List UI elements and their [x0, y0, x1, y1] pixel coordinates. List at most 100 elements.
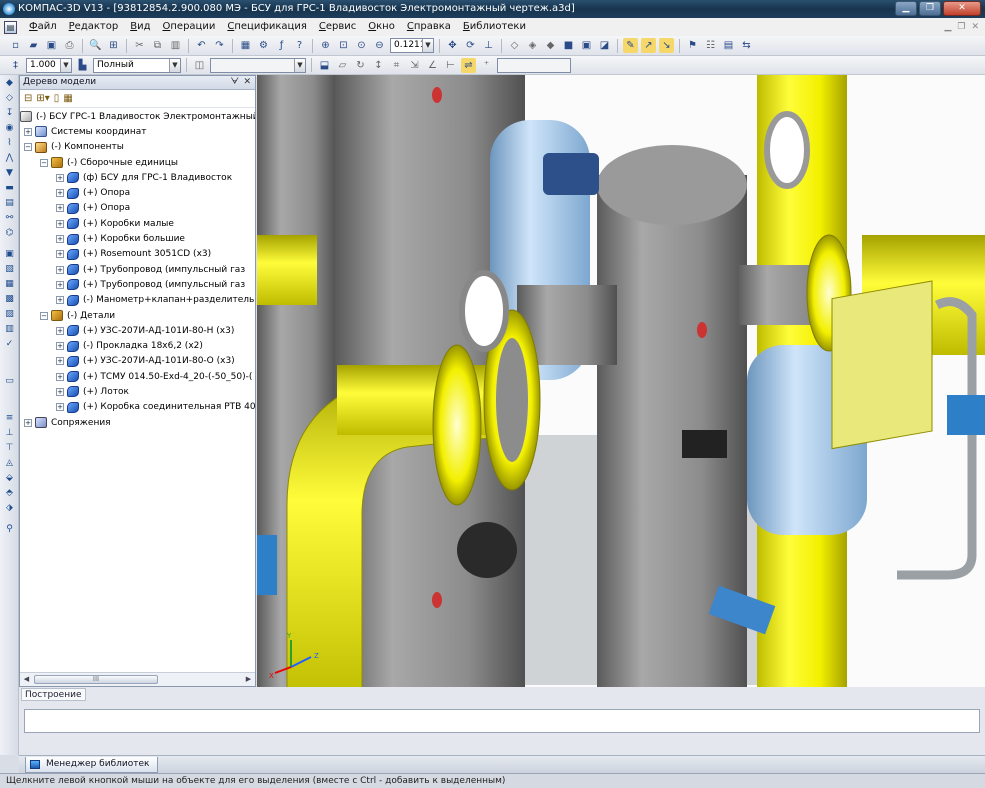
state-combo[interactable]: ▼: [210, 57, 306, 73]
tree-mode-icon[interactable]: ⊞▾: [36, 93, 49, 104]
tree-item[interactable]: + (+) УЗС-207И-АД-101И-80-О (x3): [20, 354, 255, 369]
tool-spatial-curves-icon[interactable]: ⌇: [3, 137, 16, 150]
halftone-icon[interactable]: ■: [561, 38, 576, 53]
3d-viewport[interactable]: Y Z X: [257, 75, 985, 703]
function-icon[interactable]: ƒ: [274, 38, 289, 53]
tree-settings-icon[interactable]: ▦: [63, 93, 72, 104]
collapse-icon[interactable]: −: [40, 311, 48, 320]
tree-horizontal-scrollbar[interactable]: ◀ III ▶: [20, 672, 255, 686]
build-tab[interactable]: Построение: [21, 688, 86, 701]
tool-mates-icon[interactable]: ⚯: [3, 212, 16, 225]
orientation-icon[interactable]: ⊥: [481, 38, 496, 53]
collapse-icon[interactable]: −: [24, 143, 32, 152]
expand-icon[interactable]: +: [24, 127, 32, 136]
step-icon[interactable]: ‡: [8, 58, 23, 73]
collapse-icon[interactable]: −: [40, 158, 48, 167]
expand-icon[interactable]: +: [56, 342, 64, 351]
tool-dimension-icon[interactable]: ↧: [3, 107, 16, 120]
tree-item[interactable]: + (+) ТСМУ 014.50-Exd-4_20-(-50_50)-(: [20, 369, 255, 384]
tree-structure-icon[interactable]: ⊟: [24, 93, 32, 104]
variables-icon[interactable]: ▦: [238, 38, 253, 53]
tool-routing-icon[interactable]: ⌬: [3, 227, 16, 240]
tool-assembly-icon[interactable]: ▤: [3, 197, 16, 210]
pan-icon[interactable]: ✥: [445, 38, 460, 53]
expand-icon[interactable]: +: [56, 280, 64, 289]
expand-icon[interactable]: +: [56, 296, 64, 305]
scale-combo[interactable]: 1.000 ▼: [26, 57, 72, 73]
properties-panel[interactable]: [24, 709, 980, 733]
menu-item-1[interactable]: Редактор: [63, 19, 125, 35]
mdi-restore-icon[interactable]: ❐: [957, 22, 965, 32]
tool-surface-icon[interactable]: ⋀: [3, 152, 16, 165]
menu-item-0[interactable]: Файл: [23, 19, 63, 35]
zoom-combo[interactable]: 0.1211 ▼: [390, 38, 434, 53]
trim-icon[interactable]: ⊢: [443, 58, 458, 73]
report-icon[interactable]: ▤: [721, 38, 736, 53]
tree-root[interactable]: (-) БСУ ГРС-1 Владивосток Электромонтажн…: [20, 109, 255, 124]
zoom-window-icon[interactable]: ⊡: [336, 38, 351, 53]
paste-icon[interactable]: ▥: [168, 38, 183, 53]
tree-item[interactable]: + (+) Опора: [20, 201, 255, 216]
tool-search-icon[interactable]: ⚲: [3, 523, 16, 536]
wireframe-icon[interactable]: ◇: [507, 38, 522, 53]
cut-icon[interactable]: ✂: [132, 38, 147, 53]
tool-report-icon[interactable]: ▥: [3, 323, 16, 336]
view-mode-combo[interactable]: Полный ▼: [93, 57, 181, 73]
tool-filter6-icon[interactable]: ⬘: [3, 487, 16, 500]
copy-icon[interactable]: ⧉: [150, 38, 165, 53]
tool-sheet-icon[interactable]: ▬: [3, 182, 16, 195]
tool-check-icon[interactable]: ✓: [3, 338, 16, 351]
tree-item[interactable]: + (-) Манометр+клапан+разделитель: [20, 293, 255, 308]
expand-icon[interactable]: +: [56, 265, 64, 274]
close-button[interactable]: ✕: [943, 1, 981, 16]
menu-item-7[interactable]: Справка: [401, 19, 457, 35]
library-icon[interactable]: ⚙: [256, 38, 271, 53]
print-icon[interactable]: ⎙: [62, 38, 77, 53]
select-all-icon[interactable]: ↘: [659, 38, 674, 53]
local-csys-icon[interactable]: ◫: [192, 58, 207, 73]
open-folder-icon[interactable]: ▰: [26, 38, 41, 53]
tool-editing-icon[interactable]: ◆: [3, 77, 16, 90]
mdi-close-icon[interactable]: ✕: [971, 22, 979, 32]
close-icon[interactable]: ✕: [243, 76, 251, 89]
expand-icon[interactable]: +: [56, 189, 64, 198]
scroll-left-icon[interactable]: ◀: [21, 674, 32, 685]
chevron-down-icon[interactable]: ▼: [422, 39, 433, 52]
menu-item-3[interactable]: Операции: [157, 19, 222, 35]
menu-item-2[interactable]: Вид: [124, 19, 156, 35]
menu-item-6[interactable]: Окно: [362, 19, 401, 35]
sketch-icon[interactable]: ▱: [335, 58, 350, 73]
save-icon[interactable]: ▣: [44, 38, 59, 53]
new-document-icon[interactable]: ▫: [8, 38, 23, 53]
pin-icon[interactable]: ᗄ: [231, 76, 239, 89]
tool-measure-icon[interactable]: ◉: [3, 122, 16, 135]
tree-item[interactable]: + (+) Лоток: [20, 384, 255, 399]
restore-button[interactable]: ❐: [919, 1, 941, 16]
tree-item[interactable]: + (+) Коробки большие: [20, 231, 255, 246]
manager-icon[interactable]: ⊞: [106, 38, 121, 53]
expand-icon[interactable]: +: [56, 204, 64, 213]
zoom-fit-icon[interactable]: ⊙: [354, 38, 369, 53]
undo-icon[interactable]: ↶: [194, 38, 209, 53]
expand-icon[interactable]: +: [56, 219, 64, 228]
expand-icon[interactable]: +: [56, 235, 64, 244]
tree-item[interactable]: + (+) Коробки малые: [20, 216, 255, 231]
zoom-scale-icon[interactable]: ⊖: [372, 38, 387, 53]
tool-filter1-icon[interactable]: ≡: [3, 412, 16, 425]
thin-lines-icon[interactable]: ◆: [543, 38, 558, 53]
tree-item[interactable]: + (ф) БСУ для ГРС-1 Владивосток: [20, 170, 255, 185]
halftone-edges-icon[interactable]: ▣: [579, 38, 594, 53]
tool-filter7-icon[interactable]: ⬗: [3, 502, 16, 515]
expand-icon[interactable]: +: [56, 372, 64, 381]
tool-flange-icon[interactable]: ▩: [3, 293, 16, 306]
tool-filter3-icon[interactable]: ⊤: [3, 442, 16, 455]
tree-item[interactable]: + (+) Rosemount 3051CD (x3): [20, 247, 255, 262]
scroll-thumb[interactable]: III: [34, 675, 158, 684]
plane-icon[interactable]: ⬓: [317, 58, 332, 73]
preview-icon[interactable]: 🔍: [88, 38, 103, 53]
tool-spec-icon[interactable]: ▨: [3, 308, 16, 321]
chevron-down-icon[interactable]: ▼: [60, 58, 71, 72]
properties-icon[interactable]: ⚑: [685, 38, 700, 53]
coord-icon[interactable]: ⁺: [479, 58, 494, 73]
menu-item-4[interactable]: Спецификация: [221, 19, 313, 35]
